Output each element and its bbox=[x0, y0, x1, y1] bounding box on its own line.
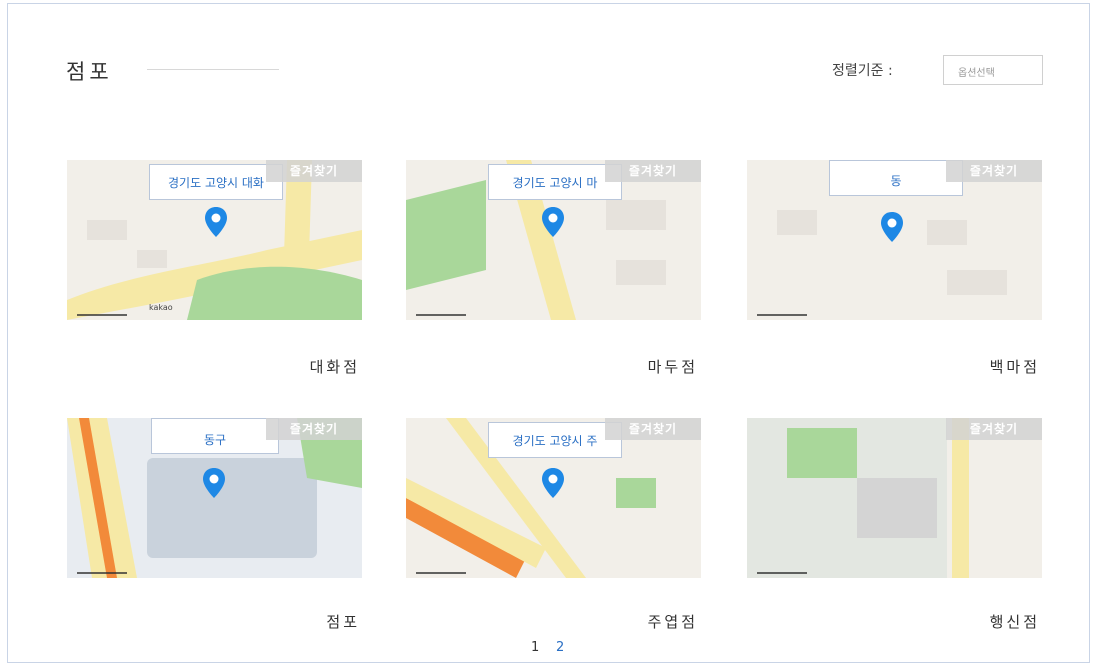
store-card-jeompo[interactable]: 동구 즐겨찾기 bbox=[67, 418, 362, 578]
address-callout: 경기도 고양시 마 bbox=[488, 164, 622, 200]
map-pin-icon bbox=[542, 207, 564, 237]
map-pin-icon bbox=[542, 468, 564, 498]
address-callout: 경기도 고양시 주 bbox=[488, 422, 622, 458]
store-name: 백마점 bbox=[989, 358, 1040, 376]
title-underline bbox=[147, 69, 279, 70]
map-pin-icon bbox=[205, 207, 227, 237]
store-name: 주엽점 bbox=[647, 613, 698, 631]
map-image[interactable] bbox=[747, 418, 1042, 578]
map-pin-icon bbox=[203, 468, 225, 498]
favorite-button[interactable]: 즐겨찾기 bbox=[946, 160, 1042, 182]
kakao-logo: kakao bbox=[149, 303, 173, 312]
map-pin-icon bbox=[881, 212, 903, 242]
store-name: 마두점 bbox=[647, 358, 698, 376]
address-callout: 동구 bbox=[151, 418, 279, 454]
page-title: 점포 bbox=[66, 60, 113, 84]
store-card-daehwa[interactable]: 경기도 고양시 대화 즐겨찾기 kakao bbox=[67, 160, 362, 320]
store-card-baekma[interactable]: 동 즐겨찾기 bbox=[747, 160, 1042, 320]
favorite-button[interactable]: 즐겨찾기 bbox=[605, 160, 701, 182]
favorite-button[interactable]: 즐겨찾기 bbox=[605, 418, 701, 440]
store-card-haengsin[interactable]: 즐겨찾기 bbox=[747, 418, 1042, 578]
store-name: 대화점 bbox=[309, 358, 360, 376]
store-card-juyeop[interactable]: 경기도 고양시 주 즐겨찾기 bbox=[406, 418, 701, 578]
page-link-2[interactable]: 2 bbox=[556, 640, 564, 655]
store-name: 행신점 bbox=[989, 613, 1040, 631]
page-link-1[interactable]: 1 bbox=[531, 640, 539, 655]
favorite-button[interactable]: 즐겨찾기 bbox=[266, 418, 362, 440]
store-card-madu[interactable]: 경기도 고양시 마 즐겨찾기 bbox=[406, 160, 701, 320]
sort-label: 정렬기준 : bbox=[832, 63, 893, 79]
favorite-button[interactable]: 즐겨찾기 bbox=[946, 418, 1042, 440]
address-callout: 경기도 고양시 대화 bbox=[149, 164, 283, 200]
address-callout: 동 bbox=[829, 160, 963, 196]
sort-select[interactable]: 옵션선택 bbox=[943, 55, 1043, 85]
store-name: 점포 bbox=[326, 613, 360, 631]
favorite-button[interactable]: 즐겨찾기 bbox=[266, 160, 362, 182]
